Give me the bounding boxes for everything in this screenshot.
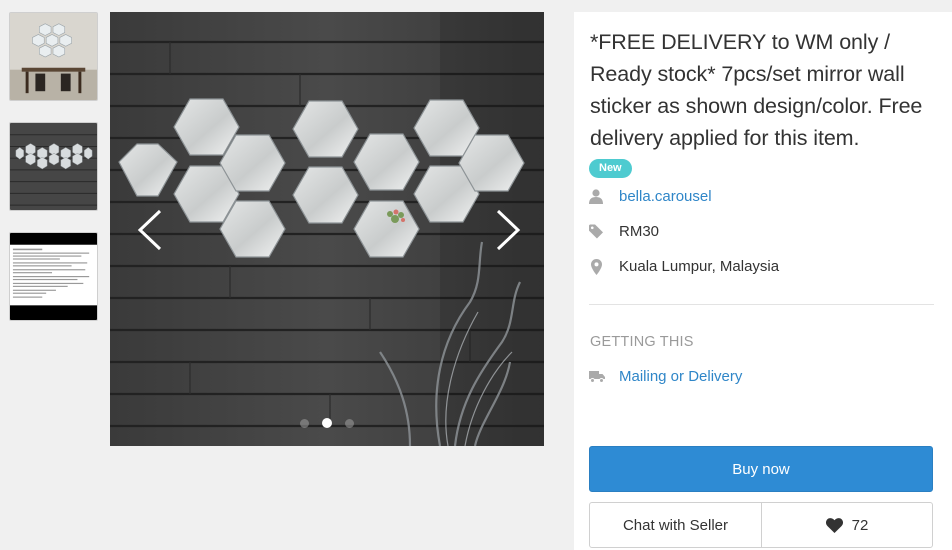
divider: [589, 304, 934, 305]
tag-icon: [589, 224, 603, 240]
secondary-actions: Chat with Seller 72: [589, 502, 933, 548]
getting-this-label: GETTING THIS: [590, 334, 694, 350]
chevron-left-icon[interactable]: [132, 205, 172, 255]
carousel-dot-3[interactable]: [345, 418, 354, 428]
thumbnail-3[interactable]: [9, 232, 98, 321]
thumbnail-2[interactable]: [9, 122, 98, 211]
user-icon: [589, 189, 603, 205]
heart-icon: [825, 517, 843, 533]
chevron-right-icon[interactable]: [486, 205, 526, 255]
thumbnail-2-image: [10, 123, 97, 210]
listing-title: *FREE DELIVERY to WM only / Ready stock*…: [590, 30, 923, 150]
thumbnail-3-image: [10, 233, 97, 320]
location-row: Kuala Lumpur, Malaysia: [589, 258, 779, 275]
price-text: RM30: [619, 223, 660, 240]
map-pin-icon: [589, 258, 603, 275]
truck-icon: [589, 369, 605, 385]
thumbnail-list: [9, 12, 98, 342]
thumbnail-1[interactable]: [9, 12, 98, 101]
chat-with-seller-button[interactable]: Chat with Seller: [590, 503, 762, 547]
thumbnail-1-image: [10, 13, 97, 100]
like-button[interactable]: 72: [762, 503, 932, 547]
condition-badge: New: [589, 159, 632, 178]
seller-username-link[interactable]: bella.carousel: [619, 188, 712, 205]
buy-now-button[interactable]: Buy now: [589, 446, 933, 492]
carousel-dot-1[interactable]: [300, 418, 309, 428]
listing-details-panel: *FREE DELIVERY to WM only / Ready stock*…: [574, 12, 952, 550]
location-text: Kuala Lumpur, Malaysia: [619, 258, 780, 275]
image-carousel[interactable]: [110, 12, 544, 446]
price-row: RM30: [589, 223, 659, 240]
like-count: 72: [851, 516, 869, 534]
product-photo: [110, 12, 544, 446]
seller-row: bella.carousel: [589, 188, 712, 205]
delivery-row: Mailing or Delivery: [589, 368, 742, 385]
carousel-indicators: [110, 418, 544, 428]
carousel-dot-2[interactable]: [322, 418, 332, 428]
delivery-method-link[interactable]: Mailing or Delivery: [619, 368, 742, 385]
